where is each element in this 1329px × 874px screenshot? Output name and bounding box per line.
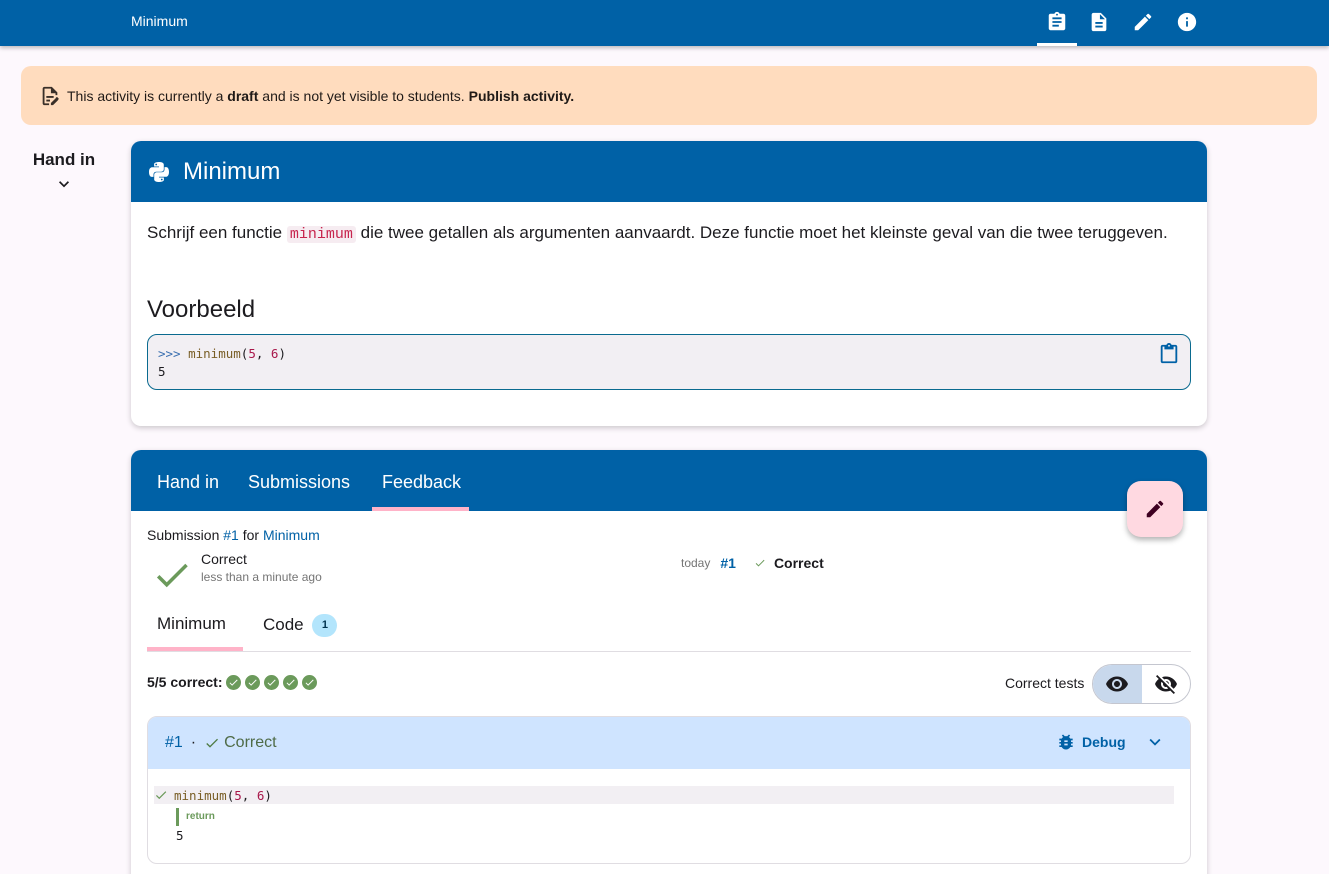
clipboard-icon[interactable] <box>1045 10 1069 34</box>
show-correct-button[interactable] <box>1093 665 1142 703</box>
testcase-id: #1 <box>165 734 183 751</box>
tab-hand-in[interactable]: Hand in <box>157 472 219 493</box>
side-hand-in-label: Hand in <box>32 150 96 169</box>
exercise-header: Minimum <box>131 141 1207 202</box>
draft-banner: This activity is currently a draft and i… <box>21 66 1317 125</box>
testcase-separator: · <box>190 734 197 751</box>
activity-tabs: Hand in Submissions Feedback <box>131 450 1207 511</box>
code-arg2: 6 <box>270 346 279 361</box>
exercise-card: Minimum Schrijf een functie minimum die … <box>131 141 1207 426</box>
python-icon <box>149 161 169 182</box>
side-hand-in[interactable]: Hand in <box>24 150 104 194</box>
submission-meta: today #1 Correct <box>681 555 824 571</box>
return-label: return <box>176 808 1174 826</box>
summary-text: 5/5 correct: <box>147 674 223 690</box>
call-arg2: 6 <box>256 787 265 803</box>
subtab-code-label: Code <box>263 614 304 634</box>
submission-for: for <box>242 527 260 543</box>
submission-title: Submission #1 for Minimum <box>147 527 320 543</box>
tab-feedback[interactable]: Feedback <box>382 472 461 493</box>
subtab-indicator <box>147 647 243 651</box>
meta-status: Correct <box>773 555 824 571</box>
testcase-header: #1 · Correct Debug <box>148 717 1190 769</box>
code-arg1: 5 <box>248 346 256 361</box>
example-heading: Voorbeeld <box>147 296 256 323</box>
correct-dot <box>264 674 280 690</box>
return-value: 5 <box>176 828 184 843</box>
submission-card: Hand in Submissions Feedback Submission … <box>131 450 1207 874</box>
inline-code: minimum <box>286 226 356 243</box>
desc-text-1: Schrijf een functie <box>147 223 283 242</box>
submission-prefix: Submission <box>147 527 220 543</box>
hide-correct-button[interactable] <box>1142 665 1191 703</box>
correct-summary: 5/5 correct: <box>147 674 318 690</box>
exercise-title: Minimum <box>183 157 281 185</box>
code-count-badge: 1 <box>312 614 338 637</box>
subtab-code[interactable]: Code 1 <box>263 614 338 637</box>
debug-button[interactable]: Debug <box>1056 732 1126 752</box>
example-code-block: >>> minimum(5, 6) 5 <box>147 334 1191 390</box>
app-title: Minimum <box>131 13 188 29</box>
meta-id-link[interactable]: #1 <box>720 555 736 571</box>
correct-dot <box>226 674 242 690</box>
desc-text-2: die twee getallen als argumenten aanvaar… <box>360 223 1168 242</box>
edit-icon[interactable] <box>1131 10 1155 34</box>
tab-submissions[interactable]: Submissions <box>248 472 350 493</box>
top-app-bar: Minimum <box>0 0 1329 46</box>
eye-off-icon <box>1154 675 1177 694</box>
submission-exercise-link[interactable]: Minimum <box>263 527 320 543</box>
testcase-status: Correct <box>224 734 277 751</box>
test-call-row: minimum(5, 6) <box>154 786 1174 804</box>
feedback-subtabs: Minimum Code 1 <box>147 602 1191 652</box>
testcase-card: #1 · Correct Debug minimum(5, 6) return … <box>147 716 1191 864</box>
subtab-minimum[interactable]: Minimum <box>157 614 226 634</box>
submission-number-link[interactable]: #1 <box>223 527 239 543</box>
pencil-icon <box>1146 500 1164 518</box>
debug-label: Debug <box>1082 734 1126 750</box>
correct-tests-toggle <box>1092 664 1191 704</box>
correct-tests-label: Correct tests <box>1005 675 1085 691</box>
chevron-down-icon <box>59 181 69 188</box>
draft-edit-icon <box>42 86 59 105</box>
draft-text-after: and is not yet visible to students. <box>262 87 465 104</box>
correct-dot <box>245 674 261 690</box>
code-prompt: >>> <box>158 346 181 361</box>
bug-icon <box>1059 734 1073 750</box>
copy-clipboard-icon[interactable] <box>1158 343 1180 365</box>
draft-text-before: This activity is currently a <box>67 87 224 104</box>
check-icon <box>156 563 188 588</box>
correct-dots <box>222 674 318 690</box>
draft-word: draft <box>227 87 259 104</box>
check-icon <box>206 738 219 748</box>
publish-activity-link[interactable]: Publish activity. <box>469 88 575 104</box>
meta-today: today <box>681 556 711 570</box>
edit-fab-button[interactable] <box>1127 481 1183 537</box>
active-nav-indicator <box>1037 43 1077 46</box>
expand-chevron-icon[interactable] <box>1144 731 1168 755</box>
status-time: less than a minute ago <box>201 570 322 584</box>
submission-status: Correct less than a minute ago <box>151 550 322 596</box>
exercise-description: Schrijf een functie minimum die twee get… <box>147 219 1187 248</box>
check-icon <box>155 791 167 800</box>
testcase-body: minimum(5, 6) return 5 <box>148 769 1190 843</box>
tab-indicator <box>372 507 469 511</box>
correct-dot <box>283 674 299 690</box>
document-icon[interactable] <box>1087 10 1111 34</box>
call-fn: minimum <box>174 787 227 803</box>
status-label: Correct <box>201 551 247 567</box>
call-arg1: 5 <box>234 787 242 803</box>
check-icon <box>755 559 765 567</box>
eye-icon <box>1106 676 1129 692</box>
code-output: 5 <box>158 364 166 379</box>
correct-dot <box>302 674 318 690</box>
code-fn: minimum <box>188 346 241 361</box>
info-icon[interactable] <box>1175 10 1199 34</box>
